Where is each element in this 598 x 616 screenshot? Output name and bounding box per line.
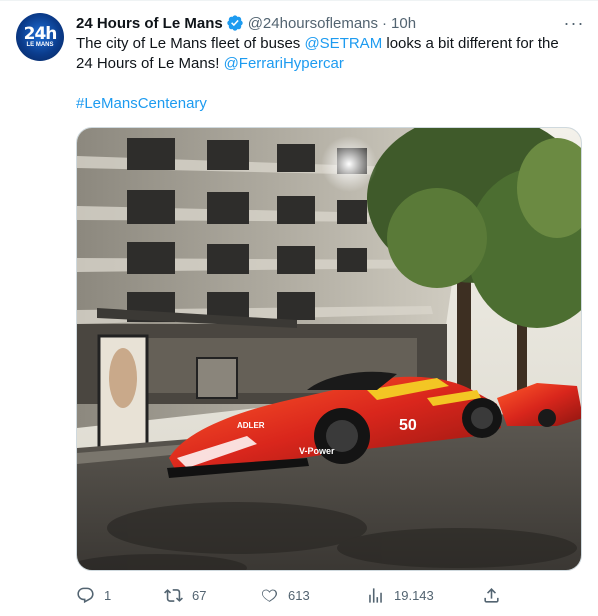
- car-sponsor-adler: ADLER: [237, 421, 265, 430]
- handle[interactable]: @24hoursoflemans: [248, 15, 378, 32]
- tweet-photo[interactable]: 50 V-Power ADLER: [76, 127, 582, 571]
- hashtag-line: #LeMansCentenary: [76, 94, 207, 114]
- action-bar: 1 67 613 19.143: [76, 583, 582, 607]
- like-button[interactable]: 613: [260, 583, 310, 607]
- heart-icon: [261, 589, 278, 602]
- tweet-card[interactable]: 24h LE MANS 24 Hours of Le Mans @24hours…: [0, 0, 598, 616]
- separator-dot: ·: [382, 14, 388, 32]
- avatar-logo-subtext: LE MANS: [26, 41, 54, 48]
- hashtag-link[interactable]: #LeMansCentenary: [76, 95, 207, 112]
- retweet-count: 67: [192, 587, 207, 603]
- share-icon: [484, 587, 499, 603]
- mention-setram[interactable]: @SETRAM: [304, 35, 382, 52]
- car-number: 50: [399, 417, 417, 434]
- share-button[interactable]: [482, 583, 501, 607]
- views-button[interactable]: 19.143: [366, 583, 434, 607]
- reply-button[interactable]: 1: [76, 583, 111, 607]
- reply-count: 1: [104, 587, 112, 603]
- reply-icon: [77, 587, 94, 603]
- retweet-button[interactable]: 67: [164, 583, 206, 607]
- avatar[interactable]: 24h LE MANS: [16, 13, 64, 61]
- avatar-logo-text: 24h: [23, 23, 58, 44]
- retweet-icon: [164, 588, 183, 602]
- tweet-text-part1: The city of Le Mans fleet of buses: [76, 35, 305, 52]
- tweet-header: 24 Hours of Le Mans @24hoursoflemans · 1…: [76, 13, 416, 33]
- more-options-button[interactable]: ···: [564, 13, 584, 33]
- views-chart-icon: [369, 587, 382, 603]
- timestamp[interactable]: 10h: [391, 15, 416, 32]
- views-count: 19.143: [394, 587, 434, 603]
- like-count: 613: [288, 587, 310, 603]
- car-sponsor-vpower: V-Power: [299, 446, 335, 456]
- tweet-text: The city of Le Mans fleet of buses @SETR…: [76, 34, 576, 74]
- more-icon: ···: [563, 12, 585, 33]
- mention-ferrarihypercar[interactable]: @FerrariHypercar: [224, 55, 344, 72]
- verified-badge-icon: [227, 15, 243, 31]
- photo-ferrari-bus-street: 50 V-Power ADLER: [77, 128, 581, 570]
- display-name[interactable]: 24 Hours of Le Mans: [76, 15, 223, 32]
